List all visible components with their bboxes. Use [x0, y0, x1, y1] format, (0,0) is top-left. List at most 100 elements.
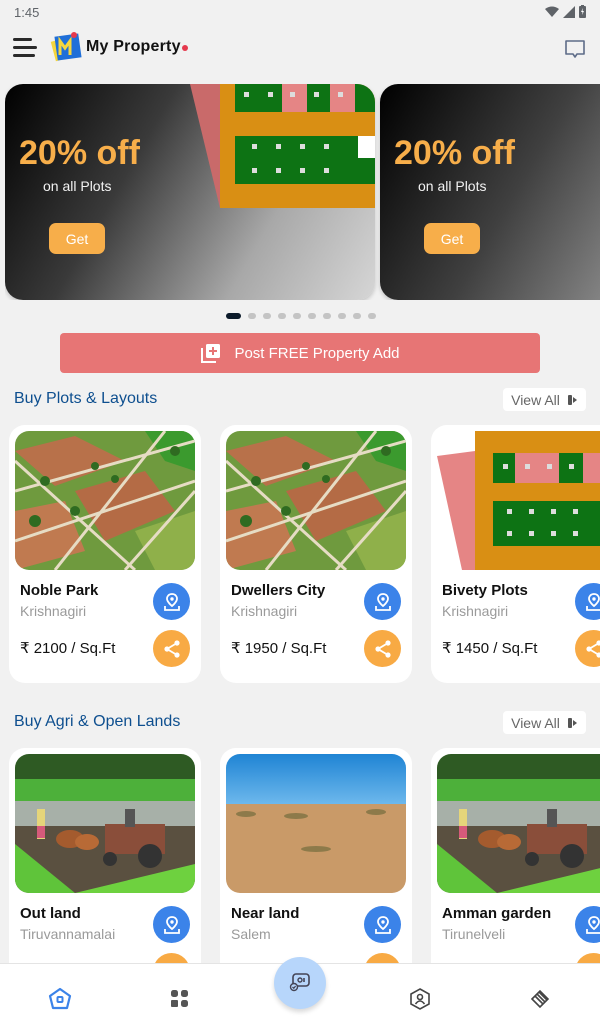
property-location: Krishnagiri [442, 603, 509, 619]
promo-carousel[interactable]: 20% off on all Plots Get 20% off on all … [5, 84, 600, 300]
property-card[interactable]: Dwellers City Krishnagiri ₹ 1950 / Sq.Ft [220, 425, 412, 683]
post-button-label: Post FREE Property Add [234, 344, 400, 362]
logo-icon [50, 32, 82, 62]
carousel-dot[interactable] [353, 313, 361, 319]
section-title-plots: Buy Plots & Layouts [14, 390, 158, 407]
nav-home[interactable] [47, 986, 73, 1012]
property-name: Noble Park [20, 582, 99, 599]
nav-categories[interactable] [167, 986, 193, 1012]
share-icon [585, 639, 600, 658]
status-time: 1:45 [14, 5, 40, 20]
carousel-dot[interactable] [278, 313, 286, 319]
share-icon [163, 639, 180, 658]
battery-charging-icon [579, 5, 586, 18]
property-location: Krishnagiri [20, 603, 87, 619]
view-all-plots-button[interactable]: View All [503, 388, 586, 411]
logo-dot [181, 45, 188, 51]
chat-bubble-icon[interactable] [564, 38, 586, 60]
property-location: Tiruvannamalai [20, 926, 116, 942]
location-pin-icon [163, 915, 180, 934]
property-card-icon [289, 973, 310, 992]
promo-banner[interactable]: 20% off on all Plots Get [380, 84, 600, 300]
share-button[interactable] [575, 630, 600, 667]
get-offer-button[interactable]: Get [424, 223, 480, 254]
property-name: Amman garden [442, 905, 552, 922]
property-location: Salem [231, 926, 271, 942]
view-all-label: View All [511, 391, 560, 408]
agri-lands-list: Out land Tiruvannamalai Near land Salem Amma… [0, 748, 600, 963]
location-pin-icon [585, 592, 600, 611]
layout-plan-image [190, 84, 375, 208]
app-bar: My Property [0, 28, 600, 72]
view-location-button[interactable] [153, 906, 190, 943]
carousel-dot[interactable] [226, 313, 241, 319]
view-location-button[interactable] [575, 906, 600, 943]
status-icons [545, 5, 586, 18]
section-title-agri: Buy Agri & Open Lands [14, 713, 181, 730]
share-button[interactable] [364, 630, 401, 667]
carousel-dot[interactable] [263, 313, 271, 319]
property-image [226, 431, 406, 570]
property-image [15, 431, 195, 570]
hamburger-menu-icon[interactable] [13, 38, 37, 60]
property-card[interactable]: Near land Salem [220, 748, 412, 963]
share-button[interactable] [153, 953, 190, 963]
add-to-library-icon [201, 344, 221, 363]
property-card[interactable]: Noble Park Krishnagiri ₹ 2100 / Sq.Ft [9, 425, 201, 683]
carousel-dot[interactable] [308, 313, 316, 319]
wifi-icon [545, 6, 559, 17]
nav-layers[interactable] [527, 986, 553, 1012]
view-location-button[interactable] [364, 906, 401, 943]
property-card[interactable]: Bivety Plots Krishnagiri ₹ 1450 / Sq.Ft [431, 425, 600, 683]
get-offer-button[interactable]: Get [49, 223, 105, 254]
promo-banner[interactable]: 20% off on all Plots Get [5, 84, 375, 300]
grid-icon [171, 990, 188, 1007]
layout-plan-image [437, 431, 600, 570]
carousel-dot[interactable] [248, 313, 256, 319]
property-image [437, 431, 600, 570]
property-image [437, 754, 600, 893]
location-pin-icon [163, 592, 180, 611]
property-name: Dwellers City [231, 582, 326, 599]
share-icon [374, 639, 391, 658]
arrow-right-icon [567, 717, 577, 728]
share-button[interactable] [153, 630, 190, 667]
farm-tractor-photo [15, 754, 195, 893]
aerial-plots-photo [15, 431, 195, 570]
home-screen: 1:45 My Property 20% off on all Plots Ge… [0, 0, 600, 1024]
carousel-dot[interactable] [338, 313, 346, 319]
share-button[interactable] [364, 953, 401, 963]
signal-icon [563, 5, 575, 18]
property-name: Near land [231, 905, 300, 922]
home-icon [48, 987, 72, 1010]
carousel-dot[interactable] [323, 313, 331, 319]
share-button[interactable] [575, 953, 600, 963]
property-price: ₹ 1950 / Sq.Ft [231, 640, 327, 657]
location-pin-icon [585, 915, 600, 934]
status-bar: 1:45 [0, 0, 600, 24]
location-pin-icon [374, 915, 391, 934]
carousel-indicator [226, 313, 376, 319]
nav-profile[interactable] [407, 986, 433, 1012]
view-location-button[interactable] [575, 583, 600, 620]
center-action-button[interactable] [274, 957, 326, 1009]
carousel-dot[interactable] [368, 313, 376, 319]
property-card[interactable]: Out land Tiruvannamalai [9, 748, 201, 963]
property-price: ₹ 1450 / Sq.Ft [442, 640, 538, 657]
property-card[interactable]: Amman garden Tirunelveli [431, 748, 600, 963]
arrow-right-icon [567, 394, 577, 405]
location-pin-icon [374, 592, 391, 611]
banner-subtitle: on all Plots [418, 178, 487, 194]
banner-title: 20% off [394, 134, 515, 172]
view-all-agri-button[interactable]: View All [503, 711, 586, 734]
app-name: My Property [86, 38, 181, 55]
carousel-dot[interactable] [293, 313, 301, 319]
property-price: ₹ 2100 / Sq.Ft [20, 640, 116, 657]
property-name: Out land [20, 905, 81, 922]
layers-icon [530, 989, 550, 1009]
property-location: Krishnagiri [231, 603, 298, 619]
post-free-property-button[interactable]: Post FREE Property Add [60, 333, 540, 373]
view-location-button[interactable] [153, 583, 190, 620]
property-image [226, 754, 406, 893]
view-location-button[interactable] [364, 583, 401, 620]
